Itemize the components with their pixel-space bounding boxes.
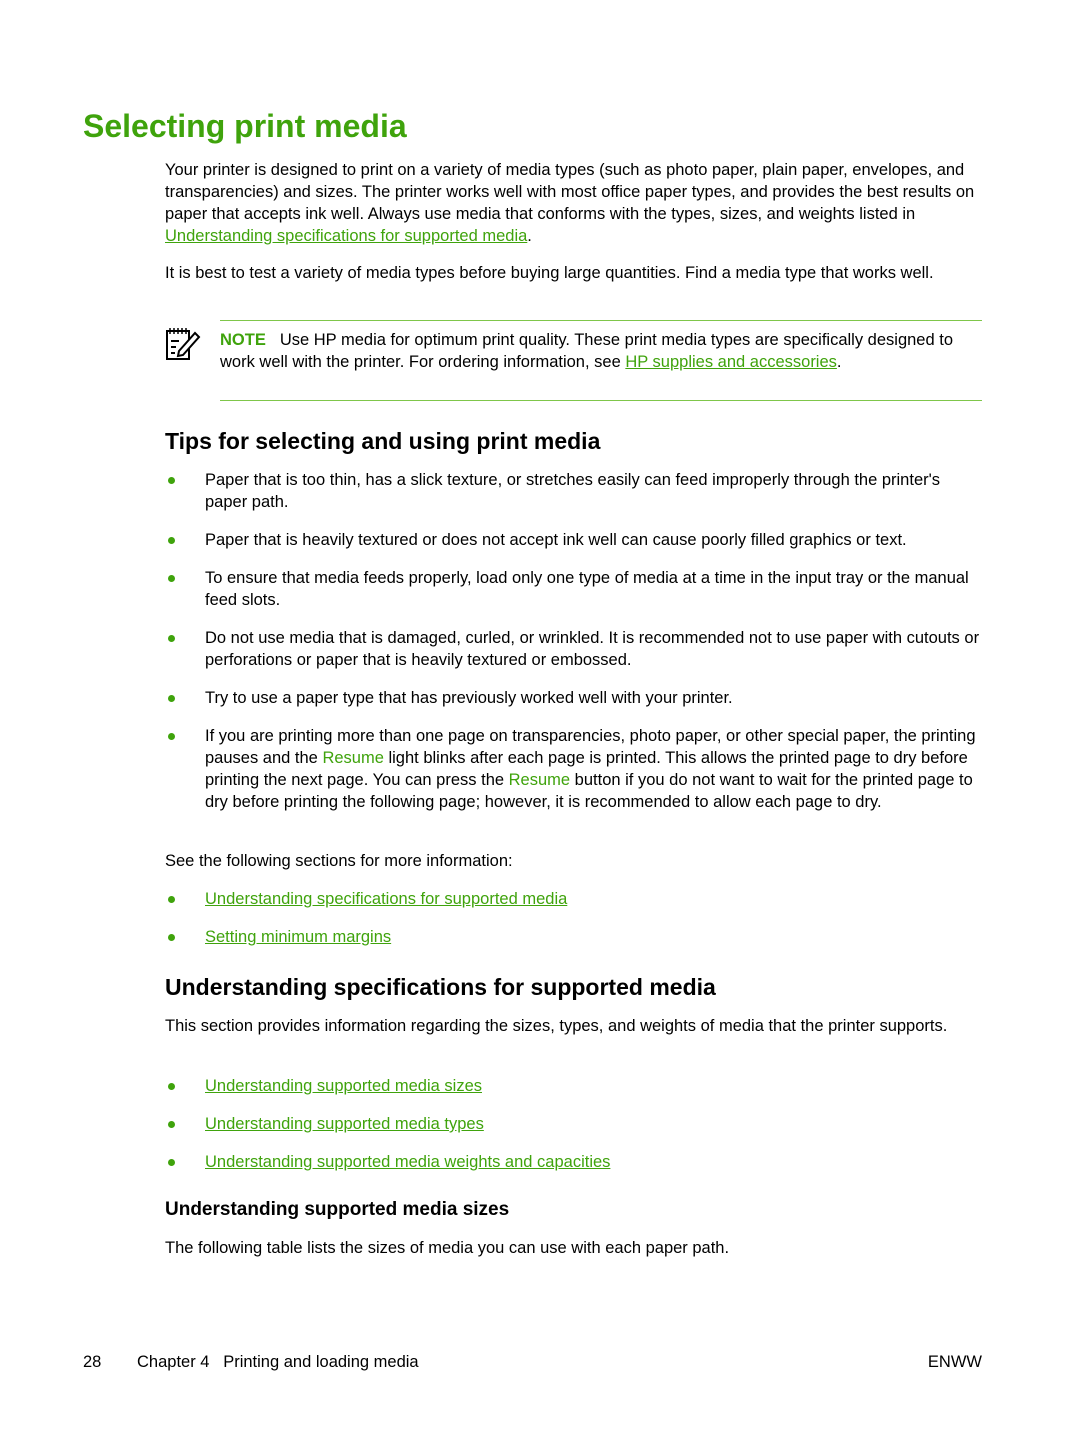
tip-text: If you are printing more than one page o… [205, 725, 982, 813]
locale-code: ENWW [927, 1353, 982, 1371]
bullet-icon [168, 733, 175, 740]
bullet-icon [168, 896, 175, 903]
link-media-sizes[interactable]: Understanding supported media sizes [205, 1075, 482, 1097]
see-also-text: See the following sections for more info… [165, 852, 513, 870]
note-period: . [836, 353, 842, 371]
note-label: NOTE [220, 331, 266, 349]
page-title: Selecting print media [83, 108, 407, 144]
resume-term: Resume [508, 771, 571, 789]
tips-heading: Tips for selecting and using print media [165, 428, 601, 454]
intro-text: Your printer is designed to print on a v… [165, 161, 975, 223]
link-hp-supplies[interactable]: HP supplies and accessories [625, 353, 837, 371]
note-bottom-rule [220, 400, 982, 401]
intro-paragraph-1: Your printer is designed to print on a v… [165, 159, 982, 247]
page-number: 28 [83, 1353, 102, 1371]
tip-text: Paper that is too thin, has a slick text… [205, 471, 941, 511]
tip-text: To ensure that media feeds properly, loa… [205, 569, 969, 609]
resume-term: Resume [322, 749, 384, 767]
bullet-icon [168, 477, 175, 484]
link-understanding-specifications[interactable]: Understanding specifications for support… [205, 888, 567, 910]
sizes-intro: The following table lists the sizes of m… [165, 1239, 730, 1257]
chapter-title: Chapter 4 Printing and loading media [137, 1353, 419, 1371]
tip-item: To ensure that media feeds properly, loa… [165, 567, 982, 611]
tip-item: Try to use a paper type that has previou… [165, 687, 982, 709]
link-setting-minimum-margins[interactable]: Setting minimum margins [205, 926, 391, 948]
link-understanding-specifications[interactable]: Understanding specifications for support… [165, 227, 527, 245]
bullet-icon [168, 537, 175, 544]
specs-intro: This section provides information regard… [165, 1017, 948, 1035]
link-media-types[interactable]: Understanding supported media types [205, 1113, 484, 1135]
link-item: Understanding supported media types [165, 1113, 982, 1135]
bullet-icon [168, 695, 175, 702]
note-text: NOTE Use HP media for optimum print quali… [220, 329, 982, 373]
tip-item: Paper that is heavily textured or does n… [165, 529, 982, 551]
link-item: Understanding specifications for support… [165, 888, 982, 910]
document-page: Selecting print media Your printer is de… [0, 0, 1080, 1437]
tip-text: Paper that is heavily textured or does n… [205, 531, 907, 549]
bullet-icon [168, 934, 175, 941]
tip-item-resume: If you are printing more than one page o… [165, 725, 982, 813]
tip-text: Do not use media that is damaged, curled… [205, 629, 980, 669]
intro-text-2: It is best to test a variety of media ty… [165, 264, 934, 282]
bullet-icon [168, 575, 175, 582]
tip-item: Do not use media that is damaged, curled… [165, 627, 982, 671]
link-item: Understanding supported media weights an… [165, 1151, 982, 1173]
bullet-icon [168, 635, 175, 642]
link-media-weights[interactable]: Understanding supported media weights an… [205, 1151, 610, 1173]
note-top-rule [220, 320, 982, 321]
sizes-heading: Understanding supported media sizes [165, 1199, 510, 1220]
intro-period: . [527, 227, 532, 245]
tip-item: Paper that is too thin, has a slick text… [165, 469, 982, 513]
link-item: Setting minimum margins [165, 926, 982, 948]
bullet-icon [168, 1159, 175, 1166]
bullet-icon [168, 1083, 175, 1090]
note-pencil-icon [166, 328, 201, 360]
tip-text: Try to use a paper type that has previou… [205, 689, 733, 707]
intro-paragraph-2: It is best to test a variety of media ty… [165, 262, 982, 284]
bullet-icon [168, 1121, 175, 1128]
note-body: Use HP media for optimum print quality. … [220, 331, 954, 371]
link-item: Understanding supported media sizes [165, 1075, 982, 1097]
specs-heading: Understanding specifications for support… [165, 974, 716, 1000]
